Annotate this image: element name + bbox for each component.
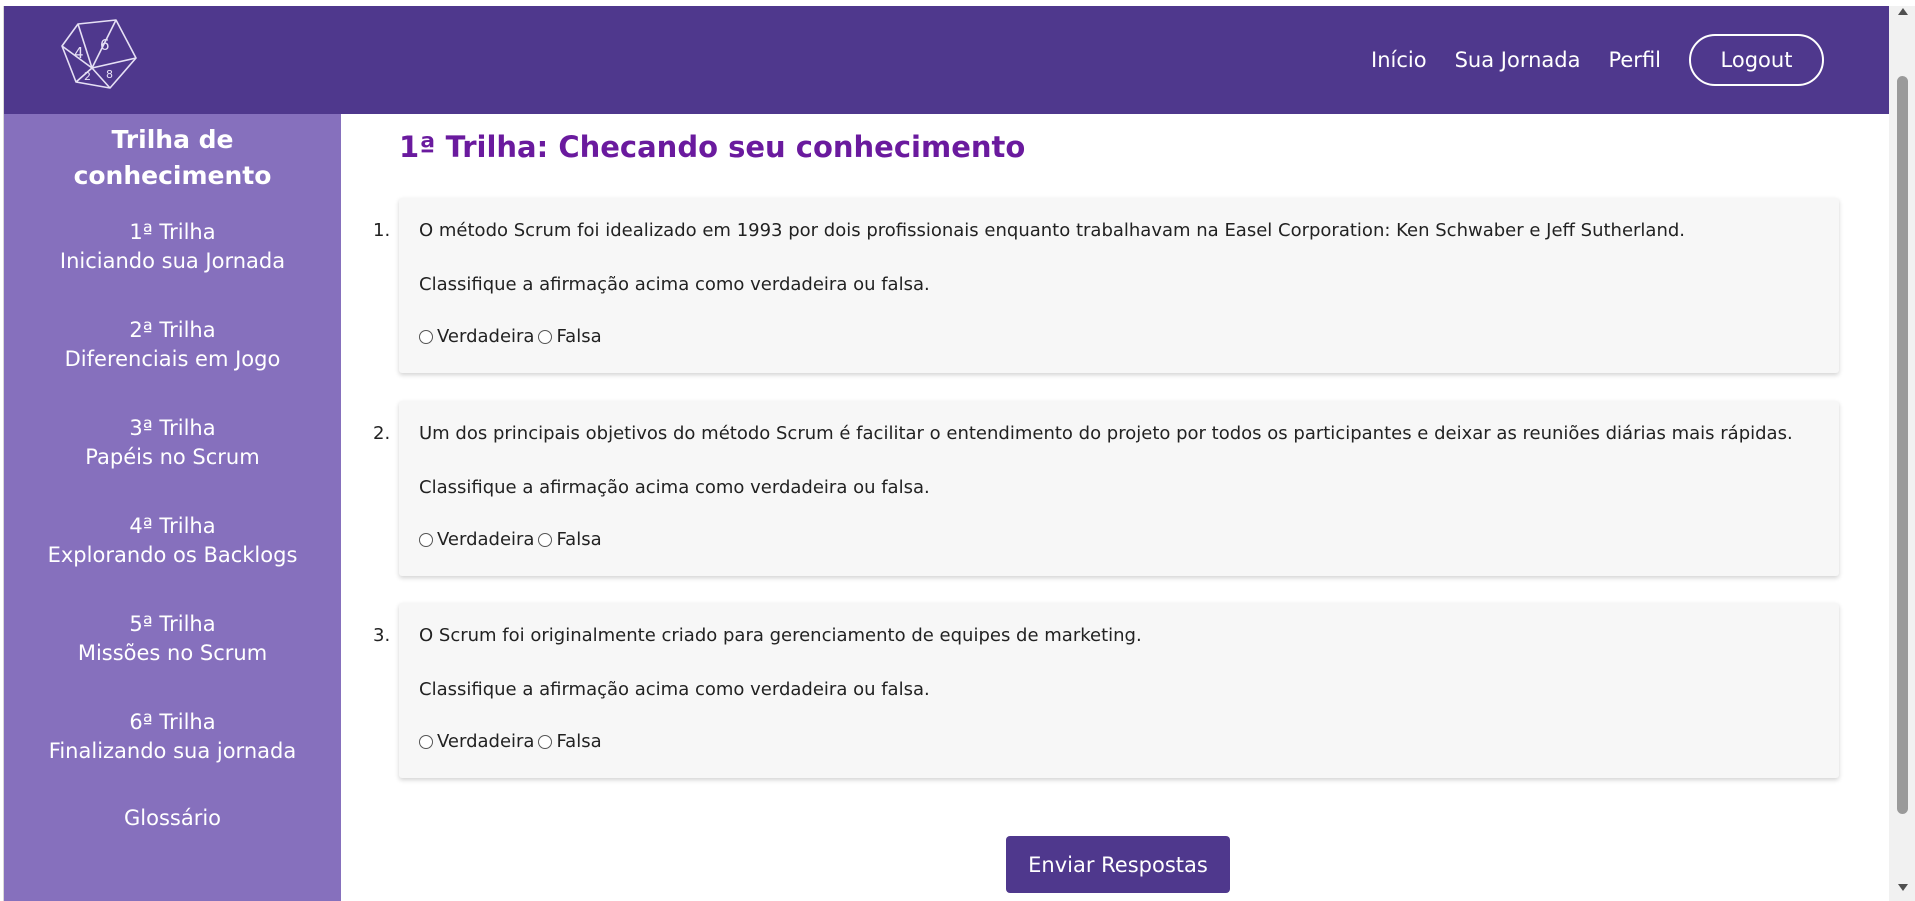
answer-options: Verdadeira Falsa [419, 529, 606, 550]
answer-options: Verdadeira Falsa [419, 731, 606, 752]
sidebar-item-trilha-3[interactable]: 3ª Trilha Papéis no Scrum [4, 414, 341, 472]
question-text: Um dos principais objetivos do método Sc… [419, 423, 1793, 444]
sidebar-title: Trilha de conhecimento [4, 122, 341, 194]
option-verdadeira[interactable]: Verdadeira [419, 326, 534, 347]
answer-options: Verdadeira Falsa [419, 326, 606, 347]
sidebar-item-label: Explorando os Backlogs [47, 543, 298, 567]
scroll-up-icon[interactable] [1898, 8, 1908, 15]
sidebar-item-label: Diferenciais em Jogo [64, 347, 281, 371]
sidebar: Trilha de conhecimento 1ª Trilha Inician… [4, 114, 341, 901]
logo-number: 8 [106, 68, 113, 81]
sidebar-item-label: Missões no Scrum [77, 641, 268, 665]
logo-number: 6 [100, 36, 110, 54]
nav-link-sua-jornada[interactable]: Sua Jornada [1455, 48, 1581, 72]
sidebar-item-label: Papéis no Scrum [85, 445, 260, 469]
sidebar-item-number: 5ª Trilha [129, 612, 216, 636]
sidebar-item-trilha-5[interactable]: 5ª Trilha Missões no Scrum [4, 610, 341, 668]
sidebar-item-trilha-6[interactable]: 6ª Trilha Finalizando sua jornada [4, 708, 341, 766]
question-number: 2. [373, 423, 391, 444]
question-card: O método Scrum foi idealizado em 1993 po… [399, 198, 1839, 373]
main-content: 1ª Trilha: Checando seu conhecimento 1. … [341, 114, 1889, 901]
option-verdadeira[interactable]: Verdadeira [419, 529, 534, 550]
option-falsa[interactable]: Falsa [538, 731, 602, 752]
radio-falsa[interactable] [538, 532, 553, 547]
scrollbar-thumb[interactable] [1897, 76, 1908, 814]
question-instruction: Classifique a afirmação acima como verda… [419, 679, 930, 700]
option-verdadeira[interactable]: Verdadeira [419, 731, 534, 752]
sidebar-item-label: Glossário [123, 806, 222, 830]
sidebar-item-label: Finalizando sua jornada [48, 739, 297, 763]
nav-link-inicio[interactable]: Início [1371, 48, 1427, 72]
sidebar-item-number: 6ª Trilha [129, 710, 216, 734]
sidebar-item-number: 2ª Trilha [129, 318, 216, 342]
nav-link-perfil[interactable]: Perfil [1608, 48, 1661, 72]
top-navbar: 4 6 2 8 Início Sua Jornada Perfil Logout [4, 6, 1889, 114]
question-number: 3. [373, 625, 391, 646]
d10-dice-icon[interactable]: 4 6 2 8 [56, 14, 142, 94]
option-label: Verdadeira [437, 326, 535, 347]
sidebar-title-text: Trilha de conhecimento [73, 125, 272, 190]
submit-answers-button[interactable]: Enviar Respostas [1006, 836, 1230, 893]
option-label: Falsa [556, 529, 602, 550]
option-falsa[interactable]: Falsa [538, 326, 602, 347]
question-card: O Scrum foi originalmente criado para ge… [399, 603, 1839, 778]
sidebar-item-label: Iniciando sua Jornada [59, 249, 286, 273]
page-scrollbar[interactable] [1889, 6, 1915, 901]
question-instruction: Classifique a afirmação acima como verda… [419, 477, 930, 498]
option-label: Verdadeira [437, 731, 535, 752]
option-label: Falsa [556, 326, 602, 347]
logout-button[interactable]: Logout [1689, 34, 1824, 86]
radio-verdadeira[interactable] [419, 734, 433, 749]
logo-number: 2 [84, 70, 91, 83]
sidebar-item-glossario[interactable]: Glossário [4, 804, 341, 833]
sidebar-item-number: 3ª Trilha [129, 416, 216, 440]
sidebar-item-trilha-2[interactable]: 2ª Trilha Diferenciais em Jogo [4, 316, 341, 374]
radio-verdadeira[interactable] [419, 329, 433, 344]
question-text: O método Scrum foi idealizado em 1993 po… [419, 220, 1686, 241]
radio-falsa[interactable] [538, 329, 553, 344]
logo-number: 4 [74, 44, 84, 62]
option-label: Falsa [556, 731, 602, 752]
question-text: O Scrum foi originalmente criado para ge… [419, 625, 1142, 646]
question-instruction: Classifique a afirmação acima como verda… [419, 274, 930, 295]
question-number: 1. [373, 220, 391, 241]
app-frame: 4 6 2 8 Início Sua Jornada Perfil Logout… [3, 6, 1889, 901]
sidebar-item-number: 1ª Trilha [129, 220, 216, 244]
main-nav: Início Sua Jornada Perfil Logout [1371, 33, 1824, 87]
option-falsa[interactable]: Falsa [538, 529, 602, 550]
radio-falsa[interactable] [538, 734, 553, 749]
sidebar-item-trilha-4[interactable]: 4ª Trilha Explorando os Backlogs [4, 512, 341, 570]
question-card: Um dos principais objetivos do método Sc… [399, 401, 1839, 576]
option-label: Verdadeira [437, 529, 535, 550]
sidebar-item-number: 4ª Trilha [129, 514, 216, 538]
radio-verdadeira[interactable] [419, 532, 433, 547]
page-title: 1ª Trilha: Checando seu conhecimento [399, 130, 1026, 164]
scroll-down-icon[interactable] [1898, 884, 1908, 891]
sidebar-item-trilha-1[interactable]: 1ª Trilha Iniciando sua Jornada [4, 218, 341, 276]
